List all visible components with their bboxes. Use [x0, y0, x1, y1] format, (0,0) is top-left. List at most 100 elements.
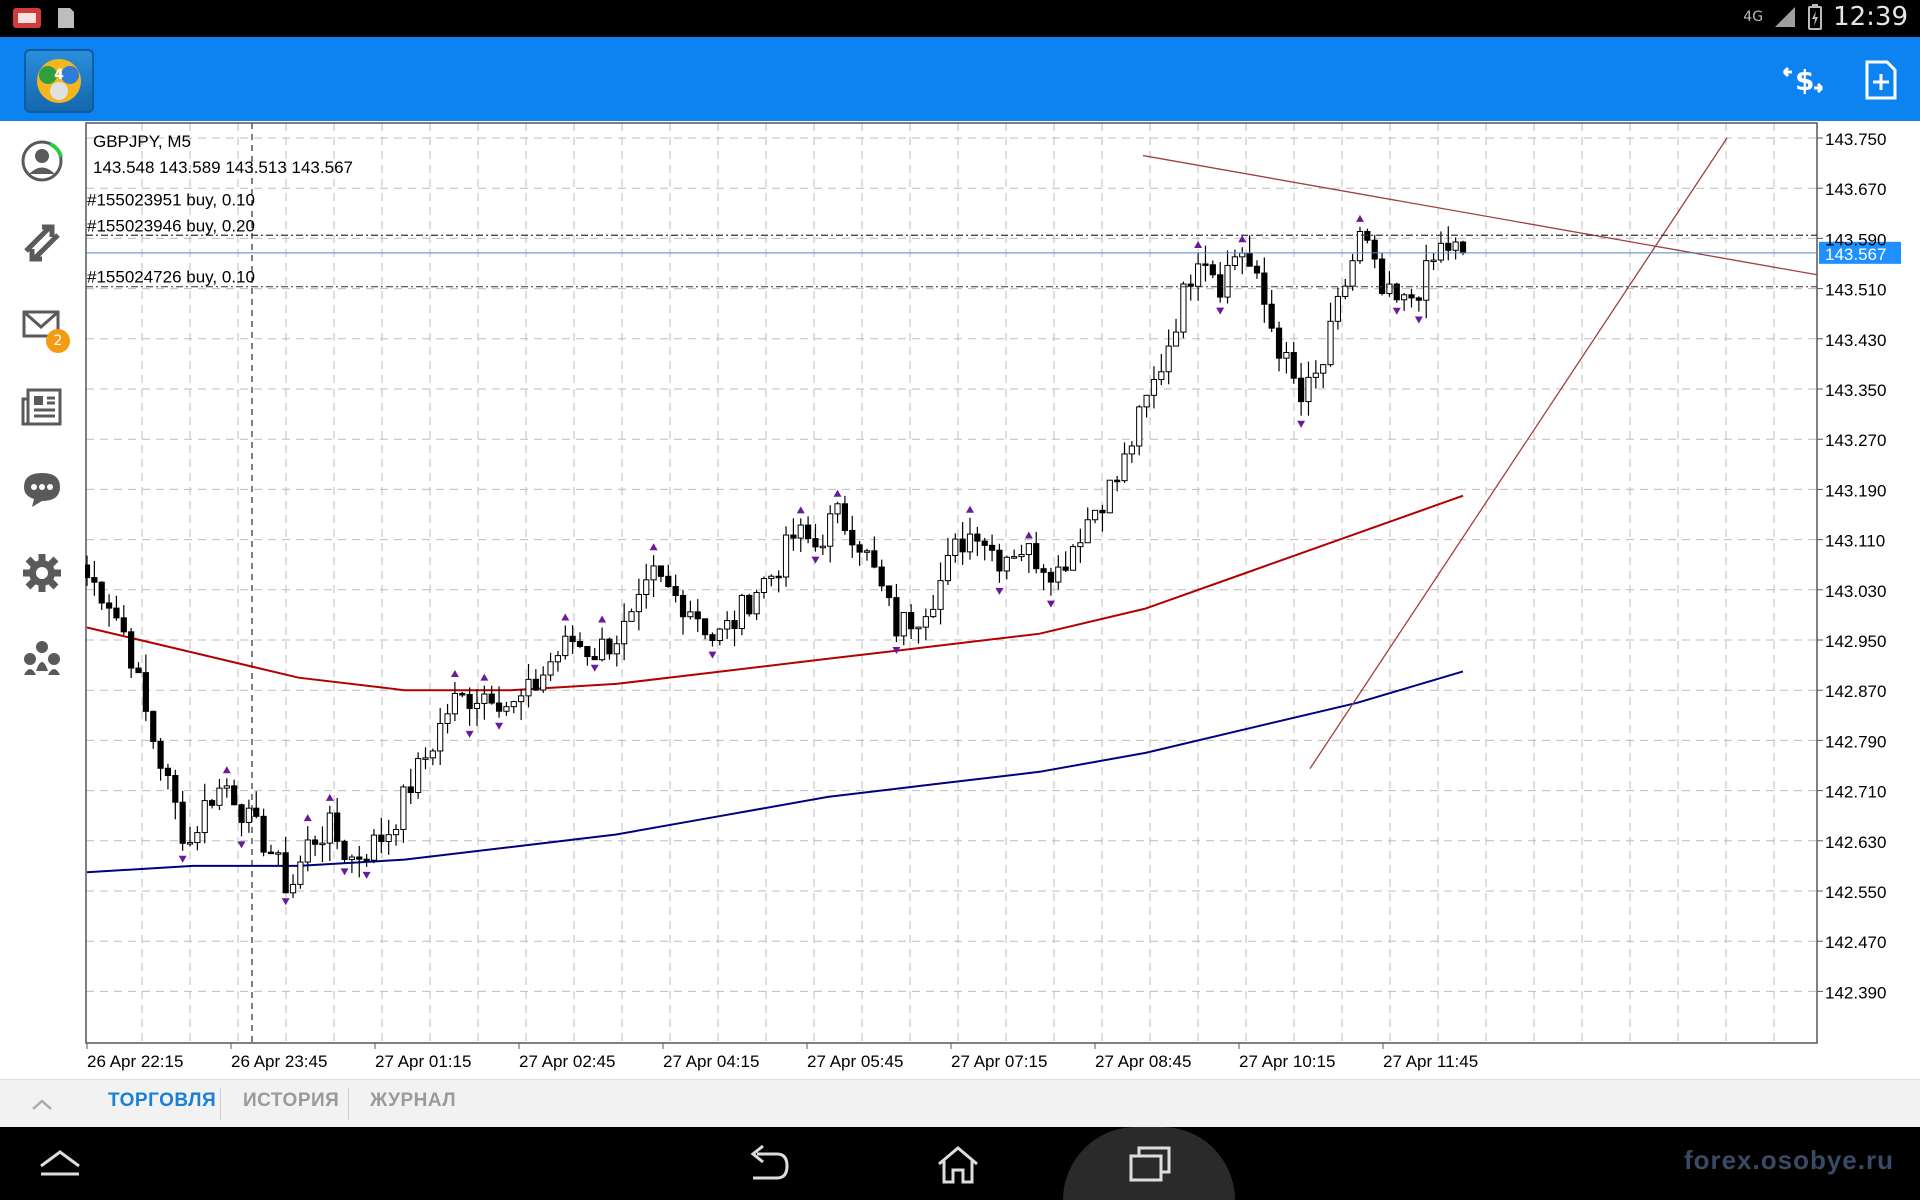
candle-bull	[834, 503, 841, 515]
candle-bull	[415, 758, 422, 794]
candle-bear	[805, 524, 812, 540]
system-navigation-bar: forex.osobye.ru	[0, 1127, 1920, 1200]
price-tick-label: 143.430	[1825, 331, 1886, 350]
candle-bull	[201, 800, 208, 834]
sidebar-item-account[interactable]	[18, 137, 66, 185]
candle-bull	[635, 594, 642, 613]
candle-bull	[503, 706, 510, 712]
candle-bull	[1305, 376, 1312, 403]
candle-bull	[1055, 566, 1062, 583]
candle-bear	[532, 678, 539, 691]
candle-bull	[650, 565, 657, 581]
candle-bear	[996, 549, 1003, 572]
time-tick-label: 27 Apr 02:45	[519, 1052, 615, 1071]
home-icon[interactable]	[918, 1137, 998, 1191]
candle-bear	[576, 641, 584, 647]
price-tick-label: 143.190	[1825, 481, 1886, 500]
candle-bull	[768, 575, 775, 580]
price-tick-label: 142.950	[1825, 632, 1886, 651]
sidebar: 2	[0, 121, 85, 1079]
candle-bull	[944, 554, 952, 582]
candle-bear	[790, 534, 797, 539]
candle-bear	[694, 611, 701, 620]
candle-bear	[672, 586, 679, 597]
sidebar-item-trade[interactable]	[18, 219, 66, 267]
time-tick-label: 27 Apr 07:15	[951, 1052, 1047, 1071]
candle-bear	[363, 858, 370, 862]
tab-trade[interactable]: ТОРГОВЛЯ	[108, 1090, 216, 1112]
candle-bear	[1099, 509, 1106, 514]
candle-bull	[451, 692, 459, 715]
sidebar-item-community[interactable]	[18, 633, 66, 681]
candle-bull	[1195, 263, 1202, 287]
candle-bear	[1202, 263, 1209, 266]
candle-bull	[429, 750, 436, 759]
candle-bear	[459, 692, 466, 696]
candle-bull	[562, 635, 569, 657]
candle-bear	[334, 812, 341, 842]
candle-bear	[731, 620, 738, 629]
tab-journal[interactable]: ЖУРНАЛ	[370, 1090, 456, 1112]
candle-bear	[208, 800, 216, 806]
sidebar-item-chat[interactable]	[18, 465, 66, 513]
sidebar-item-settings[interactable]	[18, 549, 66, 597]
back-icon[interactable]	[728, 1137, 808, 1191]
news-icon	[21, 388, 62, 426]
app-logo-icon[interactable]: 4	[24, 49, 94, 113]
settings-icon	[23, 554, 61, 592]
trade-icon	[24, 224, 60, 262]
price-chart[interactable]: #155023951 buy, 0.10 #155023946 buy, 0.20…	[85, 121, 1920, 1079]
candle-bull	[473, 702, 481, 709]
menu-up-icon[interactable]	[20, 1137, 100, 1191]
sidebar-item-news[interactable]	[18, 383, 66, 431]
candle-bear	[893, 597, 900, 637]
candle-bear	[775, 575, 782, 579]
candle-bull	[1239, 252, 1246, 258]
candle-bull	[621, 620, 628, 645]
order-label: #155023946 buy, 0.20	[87, 216, 255, 235]
candle-bear	[1275, 327, 1283, 359]
candle-bear	[172, 775, 179, 803]
candle-bull	[1283, 352, 1290, 359]
sd-card-icon	[58, 8, 74, 28]
candle-bull	[687, 611, 694, 618]
candle-bull	[1128, 445, 1135, 455]
recents-icon[interactable]	[1110, 1137, 1190, 1191]
time-tick-label: 27 Apr 01:15	[375, 1052, 471, 1071]
candle-bear	[856, 544, 863, 553]
candle-bear	[1298, 377, 1305, 403]
trade-dollar-icon[interactable]: $	[1778, 55, 1828, 105]
candle-bull	[326, 812, 333, 844]
candle-bear	[1114, 479, 1121, 483]
tab-history[interactable]: ИСТОРИЯ	[243, 1090, 339, 1112]
candle-bull	[738, 594, 745, 629]
candle-bear	[849, 529, 856, 546]
candle-bull	[525, 678, 532, 697]
candle-bull	[437, 722, 444, 752]
candle-bear	[709, 634, 716, 641]
candle-bear	[1415, 297, 1422, 301]
candle-bear	[231, 785, 238, 806]
candle-bear	[1033, 543, 1040, 570]
tab-divider	[348, 1088, 349, 1120]
price-tick-label: 142.790	[1825, 732, 1886, 751]
candle-bear	[105, 602, 113, 609]
new-order-icon[interactable]	[1856, 55, 1906, 105]
candle-bull	[1327, 320, 1334, 366]
candle-bear	[1253, 265, 1261, 274]
price-tick-label: 143.750	[1825, 130, 1886, 149]
candle-bear	[282, 852, 289, 894]
candle-bull	[1401, 294, 1408, 301]
candle-bull	[547, 661, 554, 676]
candle-bear	[128, 631, 135, 669]
account-icon	[21, 140, 63, 182]
candle-bull	[1224, 264, 1231, 298]
candle-bull	[392, 828, 400, 836]
candle-bull	[1356, 230, 1364, 262]
price-tick-label: 143.350	[1825, 381, 1886, 400]
notification-icons	[12, 6, 76, 30]
candle-bull	[540, 674, 547, 691]
candle-bear	[356, 856, 363, 860]
sidebar-item-mail[interactable]: 2	[18, 301, 70, 353]
chevron-up-icon[interactable]	[30, 1094, 54, 1114]
